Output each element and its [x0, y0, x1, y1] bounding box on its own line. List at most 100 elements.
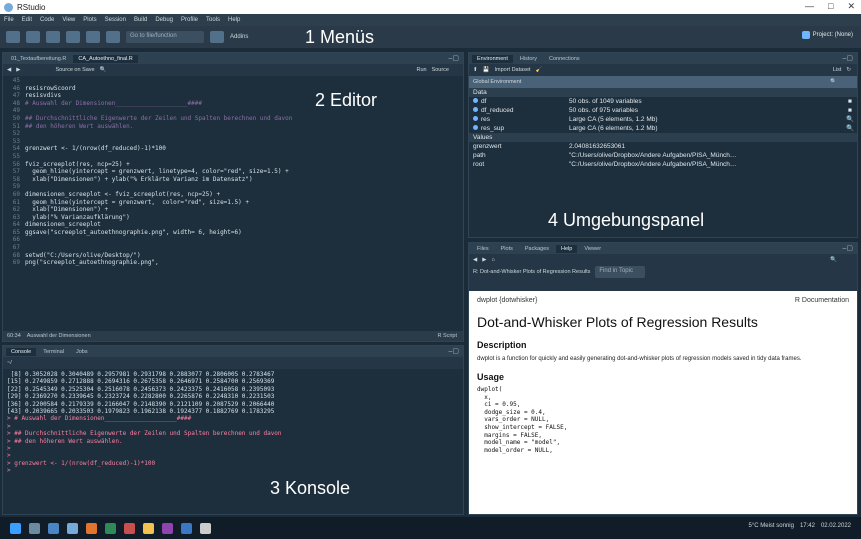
minimize-button[interactable]: —: [805, 1, 814, 12]
menu-item-code[interactable]: Code: [40, 17, 54, 23]
run-button[interactable]: Run: [416, 67, 426, 73]
save-workspace-icon[interactable]: 💾: [483, 67, 490, 73]
tab-console[interactable]: Console: [6, 347, 37, 356]
tab-terminal[interactable]: Terminal: [38, 347, 69, 356]
app-taskbar-icon[interactable]: [200, 522, 211, 534]
menu-item-tools[interactable]: Tools: [206, 17, 220, 23]
view-data-icon[interactable]: ■: [843, 97, 857, 106]
tab-history[interactable]: History: [514, 54, 543, 63]
view-data-icon[interactable]: ■: [843, 106, 857, 115]
app-taskbar-icon[interactable]: [86, 522, 97, 534]
workspace-panes-icon[interactable]: [210, 31, 224, 43]
code-line: 49: [3, 107, 463, 115]
menu-item-edit[interactable]: Edit: [22, 17, 32, 23]
maximize-button[interactable]: □: [828, 1, 833, 12]
pane-minmax-icon[interactable]: –▢: [448, 347, 459, 355]
pane-minmax-icon[interactable]: –▢: [448, 54, 459, 62]
app-taskbar-icon[interactable]: [181, 522, 192, 534]
source-on-save-checkbox[interactable]: Source on Save: [55, 67, 94, 73]
new-file-icon[interactable]: [6, 31, 20, 43]
back-arrow-icon[interactable]: ◀: [473, 257, 477, 263]
env-row[interactable]: path "C:/Users/olive/Dropbox/Andere Aufga…: [469, 151, 857, 160]
tab-help[interactable]: Help: [556, 244, 578, 253]
app-taskbar-icon[interactable]: [124, 522, 135, 534]
open-file-icon[interactable]: [46, 31, 60, 43]
pane-minmax-icon[interactable]: –▢: [842, 54, 853, 62]
search-taskbar-icon[interactable]: [29, 522, 40, 534]
tab-packages[interactable]: Packages: [519, 244, 555, 253]
tab-ca-autoethno-final-r[interactable]: CA_Autoethno_final.R: [73, 54, 138, 63]
files-pane: Files Plots Packages Help Viewer –▢ ◀ ▶ ⌂ 🔍 …: [468, 242, 858, 515]
import-dataset-button[interactable]: Import Dataset: [494, 67, 530, 73]
open-project-icon[interactable]: [26, 31, 40, 43]
menu-item-session[interactable]: Session: [105, 17, 126, 23]
menu-item-build[interactable]: Build: [134, 17, 147, 23]
env-row[interactable]: df_reduced 50 obs. of 975 variables ■: [469, 106, 857, 115]
view-data-icon[interactable]: 🔍: [843, 124, 857, 133]
save-icon[interactable]: [66, 31, 80, 43]
tab-plots[interactable]: Plots: [495, 244, 518, 253]
env-search-icon[interactable]: 🔍: [830, 79, 837, 85]
global-environment-dropdown[interactable]: Global Environment 🔍: [469, 76, 857, 88]
tab-jobs[interactable]: Jobs: [70, 347, 93, 356]
env-row[interactable]: res Large CA (5 elements, 1.2 Mb) 🔍: [469, 115, 857, 124]
console-output[interactable]: [8] 0.3052028 0.3040489 0.2957981 0.2931…: [3, 369, 463, 477]
task-view-icon[interactable]: [48, 522, 59, 534]
app-taskbar-icon[interactable]: [105, 522, 116, 534]
find-in-topic-input[interactable]: Find in Topic: [595, 266, 646, 278]
project-menu[interactable]: Project: (None): [801, 31, 853, 39]
code-area[interactable]: 45 46 resisrowScoord 47 resisvdivs 48 # Auswah…: [3, 76, 463, 267]
env-row[interactable]: root "C:/Users/olive/Dropbox/Andere Aufga…: [469, 160, 857, 169]
forward-arrow-icon[interactable]: ▶: [16, 67, 20, 73]
app-taskbar-icon[interactable]: [162, 522, 173, 534]
menu-item-debug[interactable]: Debug: [155, 17, 173, 23]
menu-item-file[interactable]: File: [4, 17, 14, 23]
forward-arrow-icon[interactable]: ▶: [482, 257, 486, 263]
menu-item-help[interactable]: Help: [228, 17, 240, 23]
code-line: 52: [3, 130, 463, 138]
load-workspace-icon[interactable]: ⬆: [473, 67, 478, 73]
file-type[interactable]: R Script: [437, 333, 457, 339]
close-button[interactable]: ✕: [847, 1, 855, 12]
goto-file-input[interactable]: Go to file/function: [126, 31, 204, 43]
tab-01-textaufbereitung-r[interactable]: 01_Textaufbereitung.R: [6, 54, 72, 63]
help-topic-dropdown[interactable]: R: Dot-and-Whisker Plots of Regression R…: [473, 269, 590, 275]
search-icon[interactable]: 🔍: [100, 67, 107, 73]
refresh-icon[interactable]: ↻: [846, 67, 851, 73]
print-icon[interactable]: [106, 31, 120, 43]
help-search-icon[interactable]: 🔍: [830, 257, 837, 263]
env-value: Large CA (6 elements, 1.2 Mb): [569, 125, 658, 132]
pane-minmax-icon[interactable]: –▢: [842, 244, 853, 252]
tab-connections[interactable]: Connections: [544, 54, 585, 63]
annotation-environment: 4 Umgebungspanel: [548, 210, 705, 230]
clock-time[interactable]: 17:42: [800, 523, 815, 529]
source-button[interactable]: Source: [432, 67, 449, 73]
env-row[interactable]: df 50 obs. of 1049 variables ■: [469, 97, 857, 106]
help-crumb-bar: R: Dot-and-Whisker Plots of Regression R…: [469, 266, 857, 278]
tab-files[interactable]: Files: [472, 244, 494, 253]
save-all-icon[interactable]: [86, 31, 100, 43]
env-row[interactable]: res_sup Large CA (6 elements, 1.2 Mb) 🔍: [469, 124, 857, 133]
tab-environment[interactable]: Environment: [472, 54, 513, 63]
app-taskbar-icon[interactable]: [143, 522, 154, 534]
windows-start-icon[interactable]: [10, 522, 21, 534]
env-name-text: res: [481, 116, 491, 123]
tab-viewer[interactable]: Viewer: [579, 244, 607, 253]
back-arrow-icon[interactable]: ◀: [7, 67, 11, 73]
rstudio-taskbar-icon[interactable]: [67, 522, 78, 534]
view-data-icon[interactable]: 🔍: [843, 115, 857, 124]
menu-item-plots[interactable]: Plots: [83, 17, 96, 23]
env-row[interactable]: grenzwert 2.04081632653061: [469, 142, 857, 151]
home-icon[interactable]: ⌂: [491, 257, 494, 263]
menu-item-profile[interactable]: Profile: [181, 17, 198, 23]
line-number: 68: [12, 251, 20, 259]
broom-icon[interactable]: 🧹: [536, 67, 543, 73]
help-function-name: dwplot {dotwhisker}: [477, 297, 538, 304]
menu-item-view[interactable]: View: [62, 17, 75, 23]
window-title: RStudio: [17, 2, 46, 12]
weather-status[interactable]: 5°C Meist sonnig: [749, 523, 794, 529]
clock-date[interactable]: 02.02.2022: [821, 523, 851, 529]
list-view-dropdown[interactable]: List: [833, 67, 842, 73]
section-navigator[interactable]: Auswahl der Dimensionen: [27, 333, 91, 339]
addins-menu[interactable]: Addins: [230, 34, 248, 40]
